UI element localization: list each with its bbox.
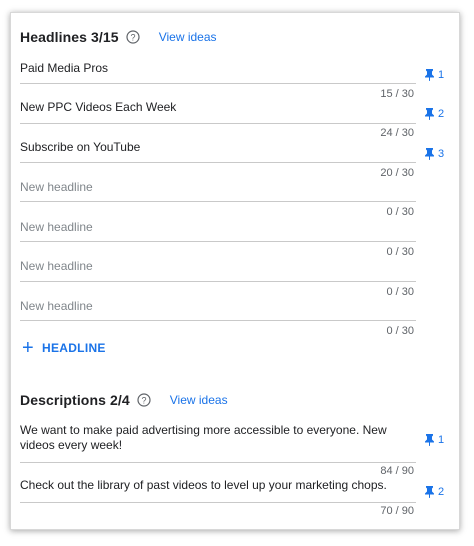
headline-text: Paid Media Pros xyxy=(20,61,109,75)
svg-text:?: ? xyxy=(141,396,146,406)
ad-assets-card: Headlines 3/15 ? View ideas Paid Media P… xyxy=(10,12,460,530)
headlines-header: Headlines 3/15 ? View ideas xyxy=(20,26,217,48)
pin-headline-2[interactable]: 2 xyxy=(425,108,444,120)
headline-placeholder: New headline xyxy=(20,220,93,234)
headline-field-7[interactable]: New headline xyxy=(20,296,416,321)
description-counter: 70 / 90 xyxy=(380,505,414,517)
pin-headline-1[interactable]: 1 xyxy=(425,69,444,81)
pin-number: 2 xyxy=(438,108,445,120)
pin-number: 1 xyxy=(438,69,445,81)
headline-placeholder: New headline xyxy=(20,180,93,194)
descriptions-title: Descriptions 2/4 xyxy=(20,392,130,408)
headline-counter: 0 / 30 xyxy=(386,325,414,337)
pin-icon xyxy=(425,434,434,446)
description-field-2[interactable]: Check out the library of past videos to … xyxy=(20,478,416,503)
pin-icon xyxy=(425,108,434,120)
headline-text: Subscribe on YouTube xyxy=(20,140,141,154)
headlines-title: Headlines 3/15 xyxy=(20,29,119,45)
pin-number: 1 xyxy=(438,434,445,446)
pin-icon xyxy=(425,69,434,81)
headline-field-1[interactable]: Paid Media Pros xyxy=(20,59,416,84)
descriptions-view-ideas-link[interactable]: View ideas xyxy=(170,393,228,407)
add-headline-button[interactable]: + HEADLINE xyxy=(22,337,106,359)
pin-number: 3 xyxy=(438,148,445,160)
help-icon[interactable]: ? xyxy=(126,30,140,44)
headline-field-3[interactable]: Subscribe on YouTube xyxy=(20,138,416,163)
description-field-1[interactable]: We want to make paid advertising more ac… xyxy=(20,423,416,463)
add-headline-label: HEADLINE xyxy=(41,341,106,355)
help-icon[interactable]: ? xyxy=(137,393,151,407)
plus-icon: + xyxy=(22,337,34,359)
description-text: Check out the library of past videos to … xyxy=(20,478,387,492)
headline-field-2[interactable]: New PPC Videos Each Week xyxy=(20,98,416,124)
headline-placeholder: New headline xyxy=(20,299,93,313)
headline-field-6[interactable]: New headline xyxy=(20,256,416,282)
headline-field-4[interactable]: New headline xyxy=(20,177,416,202)
headlines-view-ideas-link[interactable]: View ideas xyxy=(159,30,217,44)
pin-description-1[interactable]: 1 xyxy=(425,434,444,446)
description-counter: 84 / 90 xyxy=(380,465,414,477)
pin-icon xyxy=(425,486,434,498)
pin-description-2[interactable]: 2 xyxy=(425,486,444,498)
pin-number: 2 xyxy=(438,486,445,498)
svg-text:?: ? xyxy=(130,33,135,43)
pin-headline-3[interactable]: 3 xyxy=(425,148,444,160)
headline-text: New PPC Videos Each Week xyxy=(20,100,177,114)
pin-icon xyxy=(425,148,434,160)
headline-placeholder: New headline xyxy=(20,259,93,273)
headline-field-5[interactable]: New headline xyxy=(20,217,416,242)
descriptions-header: Descriptions 2/4 ? View ideas xyxy=(20,389,228,411)
description-text: We want to make paid advertising more ac… xyxy=(20,423,387,452)
